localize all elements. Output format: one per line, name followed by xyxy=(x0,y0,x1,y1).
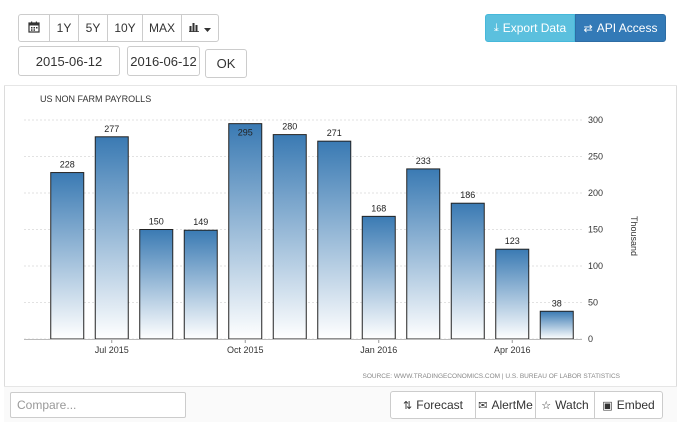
y-tick-label: 250 xyxy=(588,152,603,162)
bar-value-label: 149 xyxy=(193,217,208,227)
bar-feb-2016[interactable] xyxy=(406,168,441,340)
download-icon: ⤓ xyxy=(493,21,499,34)
alertme-label: AlertMe xyxy=(491,398,533,412)
start-date-field[interactable]: 2015-06-12 xyxy=(18,46,120,76)
calendar-button[interactable] xyxy=(18,14,50,42)
chart-type-dropdown[interactable] xyxy=(181,14,219,42)
sort-arrows-icon: ⇅ xyxy=(403,398,413,412)
bar-value-label: 295 xyxy=(238,128,253,138)
bar-value-label: 280 xyxy=(282,122,297,132)
y-tick-label: 300 xyxy=(588,115,603,125)
alertme-button[interactable]: ✉ AlertMe xyxy=(475,391,536,419)
bar-value-label: 233 xyxy=(416,156,431,166)
range-button-group: 1Y 5Y 10Y MAX xyxy=(18,14,219,42)
caret-down-icon xyxy=(204,21,211,35)
end-date-field[interactable]: 2016-06-12 xyxy=(127,46,200,76)
bar-chart: 228 277 150 149 295 280 271 168 233 186 123 38 0 50 1… xyxy=(24,94,639,380)
bar-apr-2016[interactable] xyxy=(495,248,530,340)
api-access-label: API Access xyxy=(596,21,658,35)
action-button-group: ⇅ Forecast ✉ AlertMe ☆ Watch ▣ Embed xyxy=(390,391,663,419)
range-1y-button[interactable]: 1Y xyxy=(49,14,79,42)
compare-input[interactable] xyxy=(10,392,186,418)
y-tick-label: 0 xyxy=(588,334,593,344)
range-5y-button[interactable]: 5Y xyxy=(78,14,108,42)
bottom-bar: ⇅ Forecast ✉ AlertMe ☆ Watch ▣ Embed xyxy=(4,386,677,422)
bar-may-2016[interactable] xyxy=(539,310,574,340)
bar-value-label: 150 xyxy=(149,217,164,227)
forecast-label: Forecast xyxy=(416,398,463,412)
calendar-icon xyxy=(28,21,40,36)
x-tick-label: Jan 2016 xyxy=(360,345,397,355)
embed-button[interactable]: ▣ Embed xyxy=(594,391,663,419)
forecast-button[interactable]: ⇅ Forecast xyxy=(390,391,476,419)
y-tick-label: 150 xyxy=(588,225,603,235)
bar-oct-2015[interactable] xyxy=(228,123,263,340)
bar-dec-2015[interactable] xyxy=(317,140,352,340)
api-access-button[interactable]: ⇄ API Access xyxy=(575,14,666,42)
image-icon: ▣ xyxy=(602,398,613,412)
bar-value-label: 271 xyxy=(327,128,342,138)
source-note: SOURCE: WWW.TRADINGECONOMICS.COM | U.S. … xyxy=(363,373,621,380)
bar-value-label: 38 xyxy=(552,298,562,308)
toolbar: 1Y 5Y 10Y MAX 2015-06-12 2016-06-12 OK ⤓… xyxy=(4,4,677,86)
bar-sep-2015[interactable] xyxy=(183,229,218,340)
bar-nov-2015[interactable] xyxy=(272,134,307,340)
bar-chart-icon xyxy=(189,21,201,35)
y-tick-label: 50 xyxy=(588,298,598,308)
x-tick-label: Oct 2015 xyxy=(227,345,264,355)
y-tick-label: 200 xyxy=(588,188,603,198)
embed-label: Embed xyxy=(616,398,655,412)
watch-label: Watch xyxy=(555,398,589,412)
envelope-icon: ✉ xyxy=(478,398,488,412)
chart-title: US NON FARM PAYROLLS xyxy=(40,94,151,104)
y-axis-label: Thousand xyxy=(629,216,639,256)
star-icon: ☆ xyxy=(541,398,552,412)
range-10y-button[interactable]: 10Y xyxy=(107,14,143,42)
ok-button[interactable]: OK xyxy=(205,49,247,78)
exchange-icon: ⇄ xyxy=(583,21,593,35)
bar-mar-2016[interactable] xyxy=(450,202,485,340)
y-tick-label: 100 xyxy=(588,261,603,271)
bar-jul-2015[interactable] xyxy=(94,136,129,340)
bar-jun-2015[interactable] xyxy=(50,172,85,340)
bar-value-label: 168 xyxy=(371,203,386,213)
bar-value-label: 186 xyxy=(460,190,475,200)
export-data-button[interactable]: ⤓ Export Data xyxy=(485,14,575,42)
bar-aug-2015[interactable] xyxy=(139,229,174,340)
watch-button[interactable]: ☆ Watch xyxy=(535,391,595,419)
range-max-button[interactable]: MAX xyxy=(142,14,182,42)
chart-area: 228 277 150 149 295 280 271 168 233 186 123 38 0 50 1… xyxy=(4,86,677,386)
x-tick-label: Apr 2016 xyxy=(494,345,531,355)
bar-value-label: 123 xyxy=(505,236,520,246)
x-tick-label: Jul 2015 xyxy=(95,345,129,355)
export-data-label: Export Data xyxy=(502,21,567,35)
bar-value-label: 277 xyxy=(104,124,119,134)
bar-value-label: 228 xyxy=(60,160,75,170)
bar-jan-2016[interactable] xyxy=(361,215,396,340)
